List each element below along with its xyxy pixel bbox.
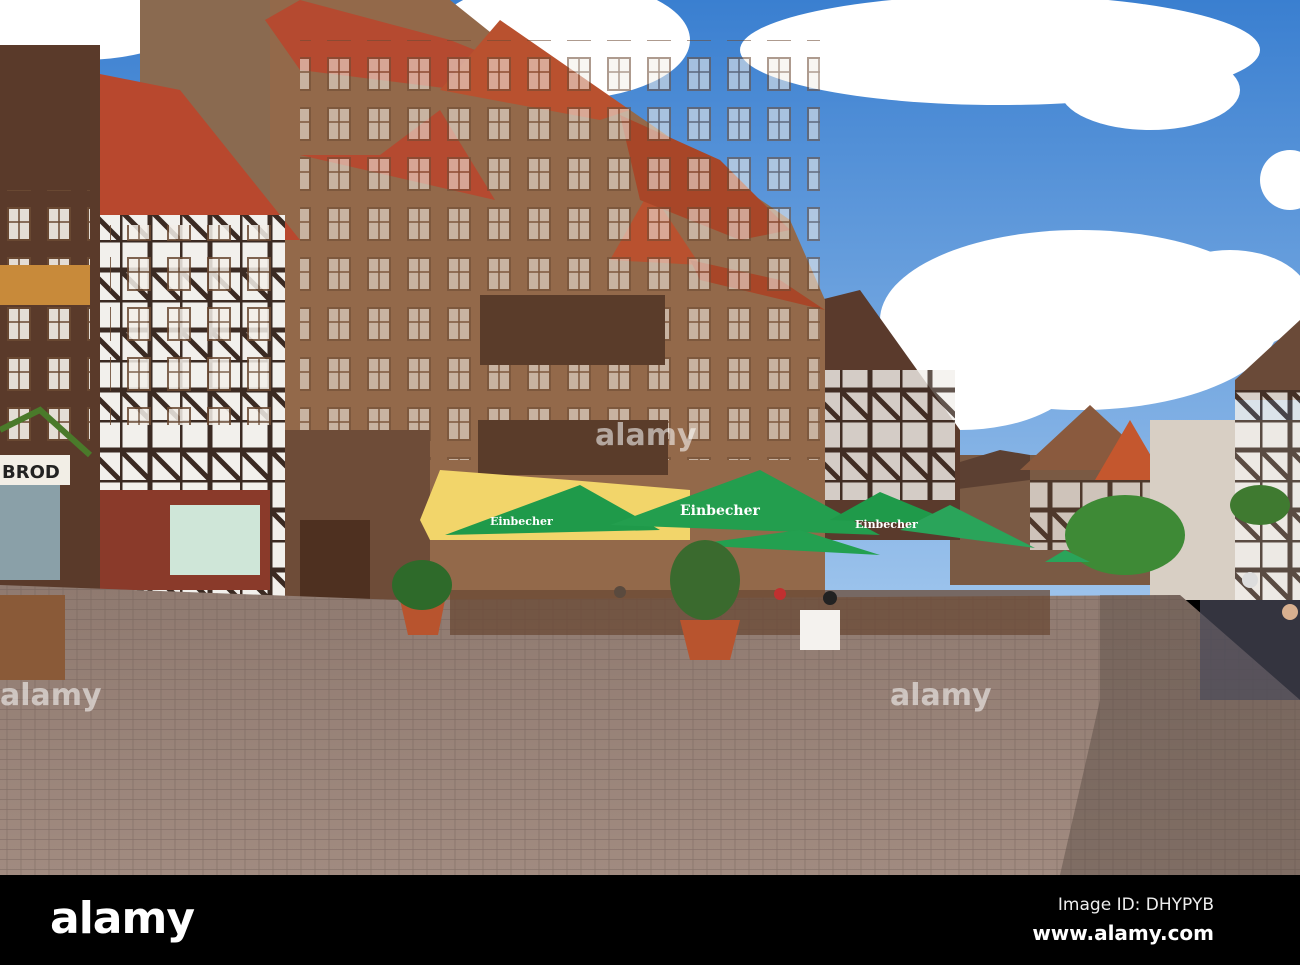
- site-url[interactable]: www.alamy.com: [1032, 921, 1214, 945]
- watermark: alamy: [890, 678, 992, 713]
- watermark: alamy: [595, 418, 697, 453]
- street-photo: BROD Einbecher Einbecher Einbecher alamy…: [0, 0, 1300, 875]
- image-id: Image ID: DHYPYB: [1057, 895, 1214, 915]
- umbrella-brand-text: Einbecher: [855, 518, 918, 531]
- shop-sign: BROD: [2, 462, 60, 483]
- watermark: alamy: [0, 678, 102, 713]
- footer-bar: alamy Image ID: DHYPYB www.alamy.com: [0, 875, 1300, 965]
- umbrella-brand-text: Einbecher: [680, 503, 760, 519]
- alamy-logo: alamy: [50, 893, 195, 944]
- umbrella-brand-text: Einbecher: [490, 515, 553, 528]
